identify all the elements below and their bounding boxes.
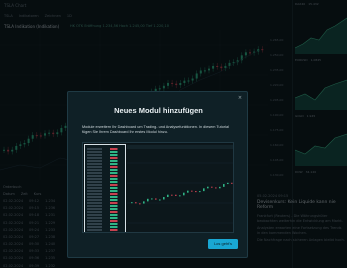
- preview-row: [87, 217, 125, 219]
- preview-candle: [151, 198, 153, 200]
- preview-row: [87, 166, 125, 168]
- preview-row: [87, 175, 125, 177]
- preview-candle: [183, 192, 185, 196]
- preview-candle: [207, 186, 209, 189]
- preview-row: [87, 193, 125, 195]
- preview-row: [87, 205, 125, 207]
- preview-row: [87, 226, 125, 228]
- preview-candle: [155, 198, 157, 200]
- preview-candle: [227, 182, 229, 185]
- preview-candle: [187, 190, 189, 193]
- preview-row: [87, 229, 125, 231]
- preview-candle: [199, 191, 201, 193]
- preview-row: [87, 148, 125, 150]
- start-button[interactable]: Los geht's: [208, 239, 238, 249]
- preview-candle: [167, 194, 169, 198]
- preview-row: [87, 187, 125, 189]
- preview-candle: [139, 203, 141, 205]
- preview-candle: [179, 195, 181, 197]
- preview-candle: [159, 199, 161, 201]
- preview-row: [87, 181, 125, 183]
- preview-candle: [131, 202, 133, 204]
- preview-row: [87, 208, 125, 210]
- preview-candle: [203, 188, 205, 192]
- preview-row: [87, 178, 125, 180]
- preview-row: [87, 220, 125, 222]
- preview-row: [87, 190, 125, 192]
- close-icon[interactable]: ×: [237, 95, 243, 101]
- preview-candle: [231, 182, 233, 184]
- preview-row: [87, 160, 125, 162]
- preview-candle: [223, 184, 225, 187]
- preview-row: [87, 184, 125, 186]
- add-module-dialog: × Neues Modul hinzufügen Module erweiter…: [67, 91, 248, 258]
- preview-candle: [215, 187, 217, 189]
- preview-row: [87, 172, 125, 174]
- preview-row: [87, 223, 125, 225]
- preview-candle: [135, 202, 137, 204]
- preview-candle: [143, 201, 145, 204]
- preview-candle: [191, 190, 193, 192]
- preview-candle: [171, 194, 173, 196]
- dialog-title: Neues Modul hinzufügen: [114, 106, 203, 115]
- preview-row: [87, 199, 125, 201]
- preview-row: [87, 157, 125, 159]
- preview-candle: [219, 186, 221, 189]
- tutorial-preview-image: [82, 142, 234, 233]
- preview-row: [87, 169, 125, 171]
- highlighted-module: [84, 144, 126, 232]
- preview-candle: [147, 198, 149, 202]
- preview-row: [87, 211, 125, 213]
- dialog-description: Module erweitern Ihr Dashboard um Tradin…: [82, 125, 229, 135]
- preview-row: [87, 154, 125, 156]
- preview-candle: [195, 191, 197, 193]
- preview-row: [87, 163, 125, 165]
- preview-candle: [211, 186, 213, 188]
- preview-row: [87, 202, 125, 204]
- preview-candle: [163, 197, 165, 200]
- preview-candle: [175, 194, 177, 196]
- preview-row: [87, 151, 125, 153]
- preview-row: [87, 214, 125, 216]
- preview-row: [87, 196, 125, 198]
